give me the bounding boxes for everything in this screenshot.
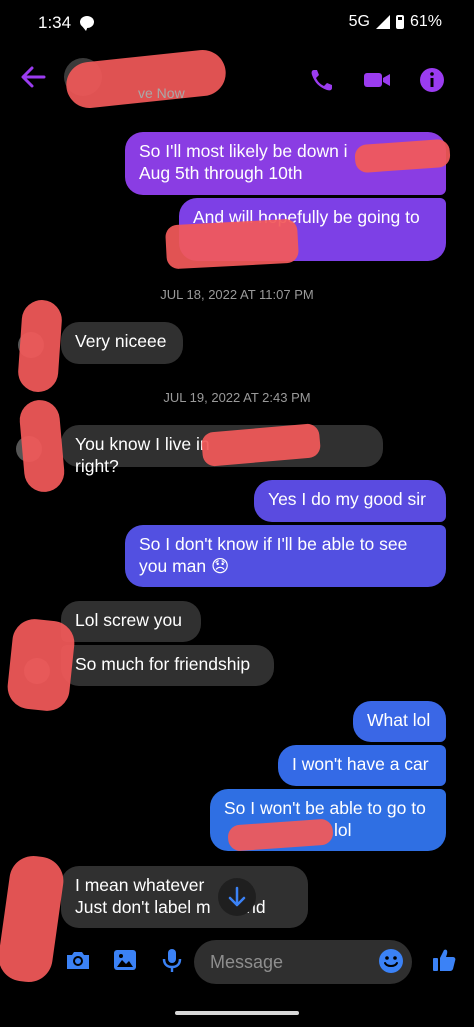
thumbs-up-icon[interactable] [430,946,458,974]
message-line: So I don't know if I'll be able to see [139,534,408,554]
outgoing-message[interactable]: So I don't know if I'll be able to see y… [125,525,446,587]
network-label: 5G [348,13,370,30]
date-separator: JUL 18, 2022 AT 11:07 PM [160,287,314,302]
status-bar: 1:34 5G 61% [0,0,474,48]
outgoing-message[interactable]: What lol [353,701,446,742]
home-indicator [175,1011,299,1015]
status-time: 1:34 [38,13,72,32]
battery-level: 61% [409,13,442,30]
camera-icon[interactable] [64,946,92,974]
info-icon[interactable] [418,66,446,94]
arrow-down-icon [228,886,246,907]
conversation-header: ve Now [0,47,474,111]
redaction-mark [164,218,300,270]
video-icon[interactable] [362,66,392,94]
incoming-message[interactable]: I mean whatever Just don't label mriend [61,866,308,928]
incoming-message[interactable]: So much for friendship [61,645,274,686]
message-input[interactable]: Message [194,940,412,984]
redaction-mark [5,617,77,713]
message-text: I won't have a car [292,754,429,774]
redaction-mark [18,398,66,494]
message-line: Just don't label m [75,897,211,917]
message-line: I mean whatever [75,875,205,895]
message-placeholder: Message [210,952,284,972]
phone-icon[interactable] [308,66,336,94]
active-status: ve Now [138,85,185,101]
scroll-to-bottom-button[interactable] [218,878,256,916]
image-icon[interactable] [111,946,139,974]
message-text: Yes I do my good sir [268,489,426,509]
message-line: you man 😞 [139,556,230,576]
battery-icon [395,15,404,29]
redaction-mark [16,298,64,394]
chat-bubble-icon [80,16,94,31]
emoji-icon[interactable] [378,948,404,974]
message-text: Lol screw you [75,610,182,630]
status-indicators: 5G 61% [349,13,442,31]
message-text: right? [75,456,119,476]
mic-icon[interactable] [158,946,186,974]
message-text: You know I live in [75,434,210,454]
date-separator: JUL 19, 2022 AT 2:43 PM [163,390,311,405]
message-line: So I won't be able to go to [224,798,426,818]
message-text: Very niceee [75,331,167,351]
signal-icon [375,15,390,29]
incoming-message[interactable]: Lol screw you [61,601,201,642]
message-text: So much for friendship [75,654,251,674]
back-arrow-icon[interactable] [18,62,48,92]
message-composer: Message [0,936,474,986]
message-text: What lol [367,710,431,730]
outgoing-message[interactable]: I won't have a car [278,745,446,786]
incoming-message[interactable]: Very niceee [61,322,183,364]
outgoing-message[interactable]: Yes I do my good sir [254,480,446,522]
